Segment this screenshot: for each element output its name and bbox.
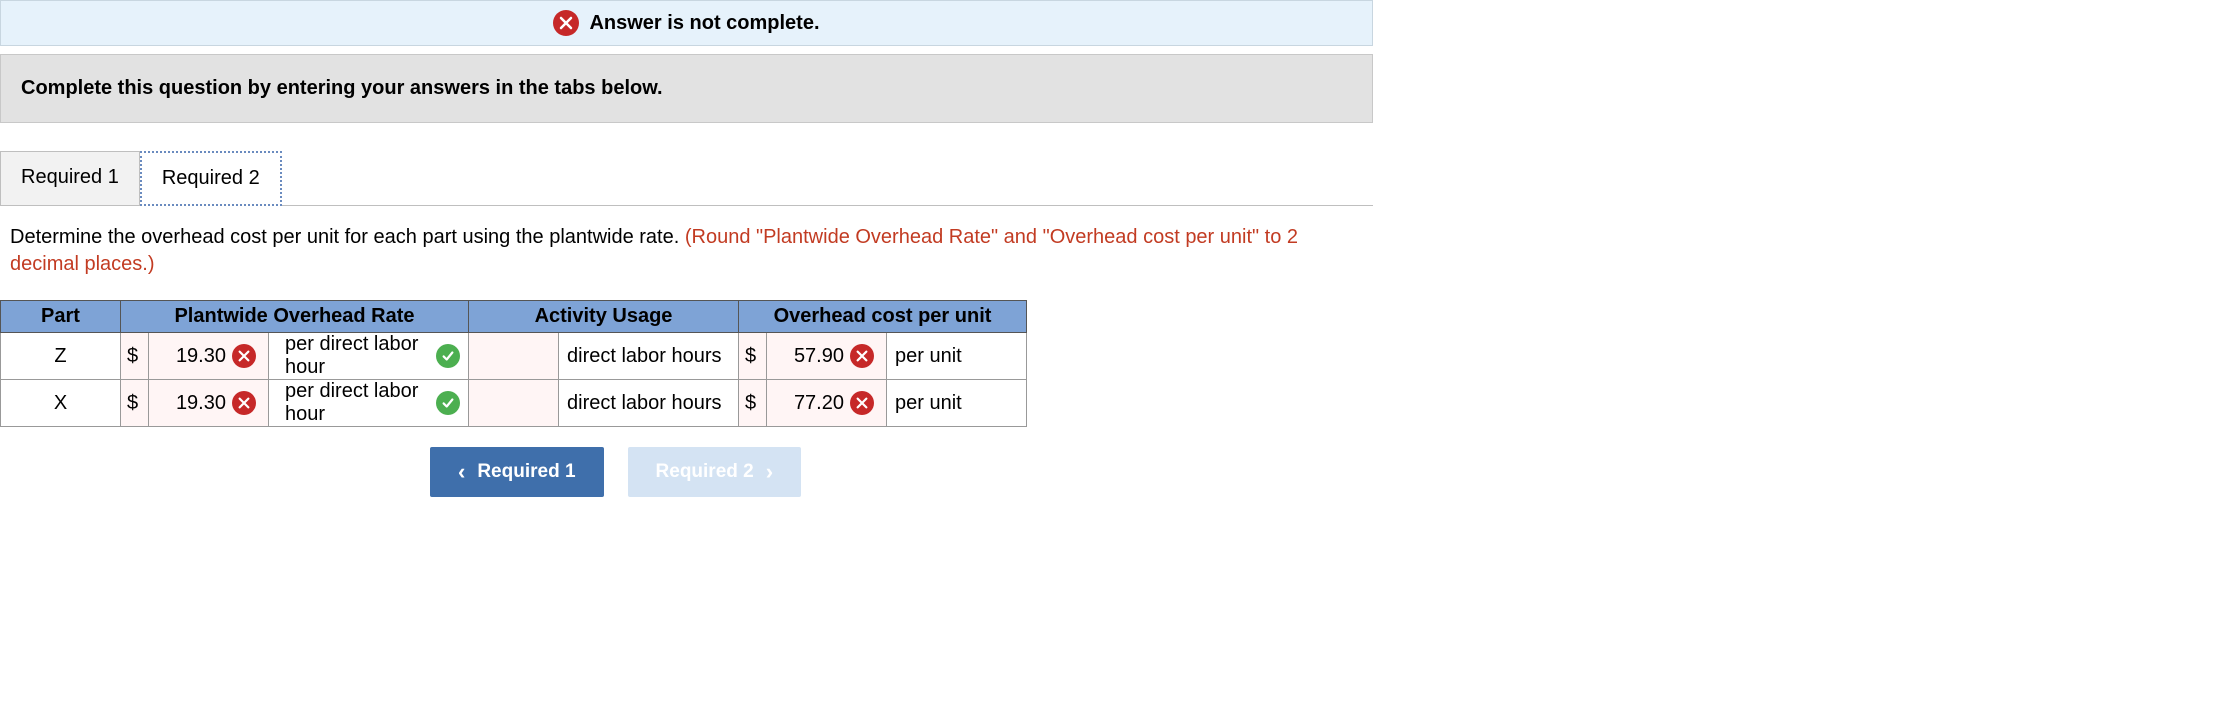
answer-table: Part Plantwide Overhead Rate Activity Us… (0, 300, 1027, 427)
rate-input[interactable]: 19.30 (149, 333, 269, 380)
cost-unit: per unit (887, 380, 1027, 427)
part-cell: X (1, 380, 121, 427)
tabs: Required 1 Required 2 (0, 151, 2240, 206)
instruction-text: Complete this question by entering your … (21, 77, 663, 99)
prev-label: Required 1 (477, 461, 575, 483)
tab-label: Required 1 (21, 166, 119, 188)
table-row: Z $ 19.30 per direct labor hour direct l… (1, 333, 1027, 380)
header-part: Part (1, 301, 121, 333)
activity-qty[interactable] (469, 380, 559, 427)
cross-icon (232, 344, 256, 368)
rate-unit-select[interactable]: per direct labor hour (269, 380, 469, 427)
activity-label: direct labor hours (559, 380, 739, 427)
activity-qty[interactable] (469, 333, 559, 380)
tab-required-1[interactable]: Required 1 (0, 151, 140, 206)
cost-input[interactable]: 77.20 (767, 380, 887, 427)
rate-unit: per direct labor hour (285, 380, 436, 426)
cross-icon (553, 10, 579, 36)
question-text: Determine the overhead cost per unit for… (10, 224, 1363, 278)
chevron-right-icon: › (766, 459, 773, 485)
cost-value: 57.90 (794, 345, 844, 368)
currency-symbol: $ (739, 333, 767, 380)
cost-input[interactable]: 57.90 (767, 333, 887, 380)
cross-icon (232, 391, 256, 415)
rate-input[interactable]: 19.30 (149, 380, 269, 427)
currency-symbol: $ (121, 380, 149, 427)
table-row: X $ 19.30 per direct labor hour direct l… (1, 380, 1027, 427)
header-rate: Plantwide Overhead Rate (121, 301, 469, 333)
rate-unit: per direct labor hour (285, 333, 436, 379)
status-text: Answer is not complete. (589, 12, 819, 35)
currency-symbol: $ (121, 333, 149, 380)
prev-button[interactable]: ‹ Required 1 (430, 447, 604, 497)
currency-symbol: $ (739, 380, 767, 427)
rate-unit-select[interactable]: per direct labor hour (269, 333, 469, 380)
cost-value: 77.20 (794, 392, 844, 415)
tab-label: Required 2 (162, 167, 260, 189)
cross-icon (850, 391, 874, 415)
tab-required-2[interactable]: Required 2 (140, 151, 282, 206)
header-cost: Overhead cost per unit (739, 301, 1027, 333)
question-main: Determine the overhead cost per unit for… (10, 226, 685, 248)
next-button[interactable]: Required 2 › (628, 447, 802, 497)
cost-unit: per unit (887, 333, 1027, 380)
chevron-left-icon: ‹ (458, 459, 465, 485)
next-label: Required 2 (656, 461, 754, 483)
question-area: Determine the overhead cost per unit for… (0, 205, 1373, 296)
cross-icon (850, 344, 874, 368)
nav-row: ‹ Required 1 Required 2 › (430, 447, 2240, 497)
check-icon (436, 391, 460, 415)
header-activity: Activity Usage (469, 301, 739, 333)
header-row: Part Plantwide Overhead Rate Activity Us… (1, 301, 1027, 333)
instruction-bar: Complete this question by entering your … (0, 54, 1373, 123)
activity-label: direct labor hours (559, 333, 739, 380)
rate-value: 19.30 (176, 345, 226, 368)
status-banner: Answer is not complete. (0, 0, 1373, 46)
rate-value: 19.30 (176, 392, 226, 415)
check-icon (436, 344, 460, 368)
part-cell: Z (1, 333, 121, 380)
